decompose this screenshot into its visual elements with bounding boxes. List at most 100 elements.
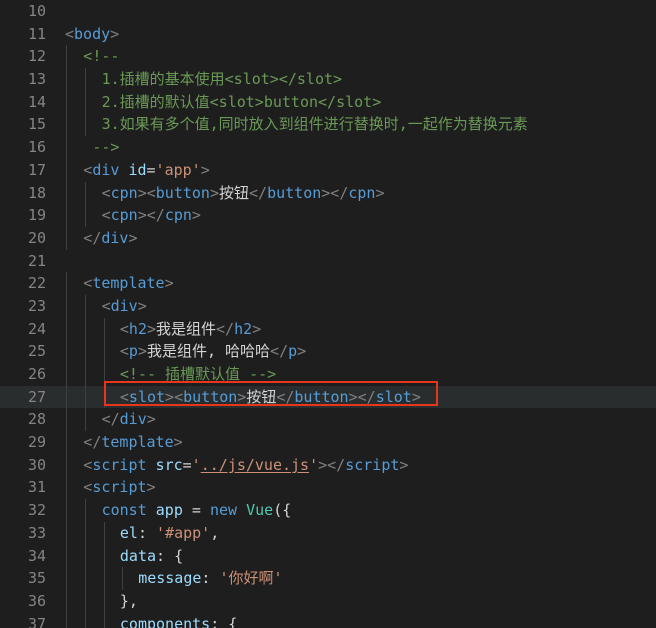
code-line[interactable]: 12 <!-- [0,45,656,69]
code-token: > [137,296,147,315]
line-number: 12 [27,47,46,66]
code-token: Vue [246,501,274,520]
code-token: '#app' [156,523,211,542]
code-line[interactable]: 14 2.插槽的默认值<slot>button</slot> [0,90,656,114]
code-line[interactable]: 10 [0,0,656,23]
code-content: <body> [65,23,119,46]
indent-guide [66,544,67,568]
code-line[interactable]: 19 <cpn></cpn> [0,204,656,227]
indent-guide [103,567,105,590]
code-line[interactable]: 28 </div> [0,408,656,432]
code-line[interactable]: 17 <div id='app'> [0,158,656,182]
code-token: button [183,387,238,406]
indent-guide [85,612,86,628]
line-number: 17 [27,160,46,179]
code-line[interactable]: 23 <div> [0,294,656,318]
code-token: <!-- 插槽默认值 --> [119,365,277,383]
line-number: 19 [27,206,46,225]
code-line[interactable]: 33 el: '#app', [0,521,656,545]
indent-guide [66,385,67,409]
line-number: 13 [27,70,46,89]
code-token: > [399,455,409,474]
code-line[interactable]: 29 </template> [0,431,656,454]
code-content: components: { [120,613,237,628]
code-line[interactable]: 15 3.如果有多个值,同时放入到组件进行替换时,一起作为替换元素 [0,113,656,137]
code-line[interactable]: 35 message: '你好啊' [0,567,656,590]
code-token: cpn [110,183,138,202]
code-content: <!-- [83,45,119,68]
indent-guide [66,363,67,386]
indent-guide [66,408,67,432]
code-token: app [155,501,183,520]
line-number: 37 [27,614,46,628]
code-line[interactable]: 36}, [0,589,656,613]
indent-guide [122,567,123,590]
code-token: < [65,24,75,43]
code-token: div [101,228,129,247]
code-content: el: '#app', [120,522,219,545]
code-token: button [267,183,322,202]
code-token: }, [119,591,138,610]
code-token: ></ [137,206,165,225]
code-token: components [119,614,211,628]
indent-guide [66,317,67,341]
code-token: </ [83,228,102,247]
code-token: script [345,455,400,474]
code-line[interactable]: 27 <slot><button>按钮</button></slot> [0,385,656,409]
indent-guide [85,589,86,613]
code-line[interactable]: 16 --> [0,136,656,159]
code-token: , [210,523,220,542]
indent-guide [85,113,86,137]
code-token: < [83,478,93,497]
indent-guide [103,544,105,568]
line-number: 29 [27,433,46,452]
indent-guide [85,499,86,522]
code-content: message: '你好啊' [138,567,282,590]
indent-guide [66,567,67,590]
indent-guide [66,589,67,613]
code-token: </ [83,433,102,452]
code-content: </div> [102,408,156,431]
code-line[interactable]: 18 <cpn><button>按钮</button></cpn> [0,181,656,205]
code-line[interactable]: 30 <script src='../js/vue.js'></script> [0,453,656,477]
code-line[interactable]: 13 1.插槽的基本使用<slot></slot> [0,68,656,91]
code-line[interactable]: 25 <p>我是组件, 哈哈哈</p> [0,340,656,363]
code-editor[interactable]: 10 11 <body> 12 <!-- 13 1.插槽的基本使用<slot></slot>… [0,0,656,628]
code-token: div [110,296,138,315]
code-token: 按钮 [219,183,250,202]
indent-guide [103,340,105,363]
code-line[interactable]: 21 [0,250,656,273]
code-token: 我是组件, 哈哈哈 [146,342,271,361]
code-line[interactable]: 20 </div> [0,226,656,250]
code-token: 2.插槽的默认值<slot>button</slot> [101,92,382,111]
code-line[interactable]: 32 const app = new Vue({ [0,499,656,522]
code-line[interactable]: 34 data: { [0,544,656,568]
code-line[interactable]: 22 <template> [0,272,656,295]
code-line[interactable]: 31 <script> [0,476,656,500]
code-token: < [101,206,111,225]
indent-guide [103,589,105,613]
indent-guide [85,567,86,590]
code-line[interactable]: 37 components: { [0,612,656,628]
code-token: 3.如果有多个值,同时放入到组件进行替换时,一起作为替换元素 [101,115,528,134]
code-content: }, [120,590,138,613]
code-content: const app = new Vue({ [102,499,292,522]
line-number: 33 [27,523,46,542]
indent-guide [85,363,86,386]
indent-guide [85,294,86,318]
code-token: h2 [234,319,253,338]
code-token: --> [83,138,120,157]
code-content: <h2>我是组件</h2> [120,318,261,341]
code-token: cpn [164,206,192,225]
code-line[interactable]: 11 <body> [0,23,656,46]
code-token: < [83,455,93,474]
code-line[interactable]: 24 <h2>我是组件</h2> [0,317,656,341]
code-content: 3.如果有多个值,同时放入到组件进行替换时,一起作为替换元素 [102,113,528,136]
indent-guide [66,294,67,318]
code-content: 2.插槽的默认值<slot>button</slot> [102,91,382,114]
code-token: > [200,160,210,179]
code-line[interactable]: 26 <!-- 插槽默认值 --> [0,363,656,386]
code-token: slot [375,387,412,406]
